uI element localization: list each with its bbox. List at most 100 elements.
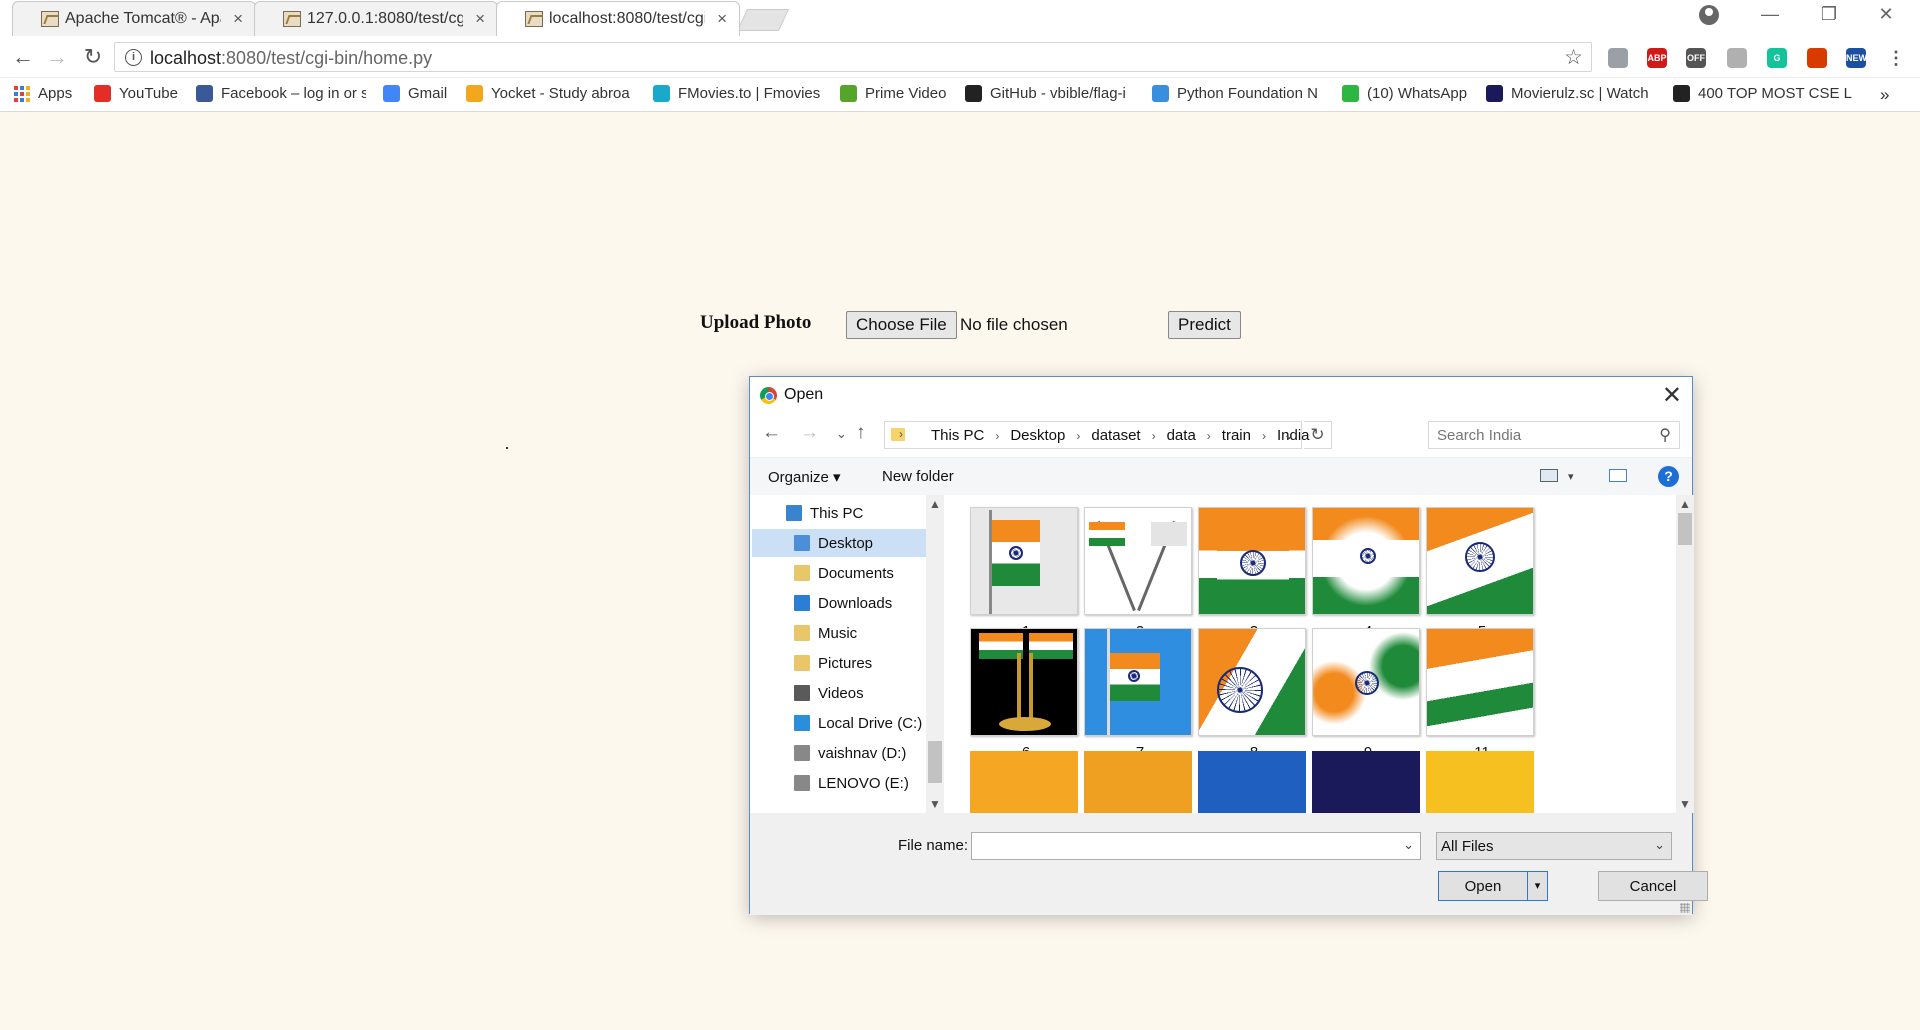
bookmark-item[interactable]: Python Foundation N (1152, 85, 1318, 102)
content-scrollbar[interactable]: ▲ ▼ (1676, 495, 1694, 813)
breadcrumb-segment[interactable]: This PC (931, 427, 984, 445)
content-scroll-thumb[interactable] (1678, 513, 1692, 545)
menu-dots-icon[interactable]: ⋮ (1886, 48, 1906, 68)
bookmark-star-icon[interactable]: ☆ (1564, 45, 1583, 70)
file-item[interactable]: 9 (1312, 628, 1424, 761)
file-name-combobox[interactable]: ⌄ (971, 832, 1421, 860)
search-box[interactable]: ⚲ (1428, 421, 1680, 449)
bookmark-item[interactable]: Facebook – log in or s (196, 85, 366, 102)
organize-menu[interactable]: Organize ▾ (768, 468, 841, 486)
profile-avatar-icon[interactable] (1699, 5, 1719, 25)
bookmark-item[interactable]: FMovies.to | Fmovies (653, 85, 820, 102)
bookmark-item[interactable]: Prime Video (840, 85, 946, 102)
off-toggle-icon[interactable]: OFF (1686, 48, 1706, 68)
refresh-icon[interactable]: ↻ (1304, 421, 1332, 449)
view-dropdown-icon[interactable]: ▾ (1568, 470, 1574, 483)
bookmarks-overflow-icon[interactable]: » (1880, 85, 1889, 105)
recent-locations-chevron-icon[interactable]: ⌄ (836, 426, 847, 442)
nav-item[interactable]: Desktop (752, 529, 926, 557)
window-close-icon[interactable]: ✕ (1866, 4, 1906, 25)
extension-icon[interactable] (1727, 48, 1747, 68)
restore-icon[interactable]: ❐ (1809, 4, 1849, 25)
office-icon[interactable] (1807, 48, 1827, 68)
cancel-button[interactable]: Cancel (1598, 871, 1708, 901)
nav-item[interactable]: Downloads (752, 589, 926, 617)
adblock-plus-icon[interactable]: ABP (1647, 48, 1667, 68)
flag-pole (1017, 653, 1021, 723)
file-item[interactable]: 2 (1084, 507, 1196, 640)
file-item[interactable]: 8 (1198, 628, 1310, 761)
file-type-select[interactable]: All Files ⌄ (1436, 832, 1672, 860)
site-info-icon[interactable]: i (125, 49, 142, 66)
help-icon[interactable]: ? (1658, 466, 1679, 487)
nav-item[interactable]: Documents (752, 559, 926, 587)
nav-item[interactable]: vaishnav (D:) (752, 739, 926, 767)
breadcrumb-segment[interactable]: dataset (1091, 427, 1140, 445)
nav-item[interactable]: Music (752, 619, 926, 647)
bookmark-item[interactable]: YouTube (94, 85, 178, 102)
choose-file-button[interactable]: Choose File (846, 311, 957, 339)
resize-grip-icon[interactable] (1680, 903, 1690, 913)
bookmark-item[interactable]: GitHub - vbible/flag-i (965, 85, 1126, 102)
file-item[interactable]: 3 (1198, 507, 1310, 640)
predict-button[interactable]: Predict (1168, 311, 1241, 339)
forward-icon[interactable]: → (42, 44, 72, 70)
reload-icon[interactable]: ↻ (78, 44, 108, 70)
bookmark-item[interactable]: 400 TOP MOST CSE L (1673, 85, 1852, 102)
nav-item[interactable]: This PC (752, 499, 926, 527)
minimize-icon[interactable]: — (1750, 4, 1790, 25)
breadcrumb-segment[interactable]: Desktop (1010, 427, 1065, 445)
file-item[interactable]: 4 (1312, 507, 1424, 640)
close-tab-icon[interactable]: × (475, 9, 485, 29)
nav-scroll-thumb[interactable] (928, 741, 942, 783)
tab-127-test[interactable]: 127.0.0.1:8080/test/cgi-b × (254, 1, 498, 36)
tab-localhost-home[interactable]: localhost:8080/test/cgi-b × (496, 1, 740, 36)
breadcrumb-dropdown-icon[interactable]: ⌄ (1283, 426, 1295, 443)
file-item[interactable]: 11 (1426, 628, 1538, 761)
nav-item[interactable]: Local Drive (C:) (752, 709, 926, 737)
bookmark-apps[interactable]: Apps (14, 85, 72, 102)
scroll-down-icon[interactable]: ▼ (1676, 797, 1694, 811)
dialog-back-icon[interactable]: ← (762, 422, 781, 444)
scroll-down-icon[interactable]: ▼ (926, 797, 944, 811)
nav-scrollbar[interactable]: ▲ ▼ (926, 495, 944, 813)
new-tab-button[interactable] (736, 9, 790, 31)
file-name-dropdown-icon[interactable]: ⌄ (1403, 837, 1414, 853)
bookmark-item[interactable]: (10) WhatsApp (1342, 85, 1467, 102)
bookmark-item[interactable]: Movierulz.sc | Watch (1486, 85, 1649, 102)
grammarly-icon[interactable]: G (1767, 48, 1787, 68)
breadcrumb-segment[interactable]: data (1167, 427, 1196, 445)
up-folder-icon[interactable]: ↑ (856, 422, 866, 444)
file-item[interactable]: 6 (970, 628, 1082, 761)
search-input[interactable] (1429, 422, 1647, 448)
dialog-close-icon[interactable]: ✕ (1662, 381, 1682, 410)
scroll-up-icon[interactable]: ▲ (926, 497, 944, 511)
nav-item[interactable]: LENOVO (E:) (752, 769, 926, 797)
bookmark-item[interactable]: Gmail (383, 85, 447, 102)
dialog-forward-icon[interactable]: → (800, 422, 819, 444)
url-text[interactable]: localhost:8080/test/cgi-bin/home.py (150, 48, 432, 69)
file-item[interactable]: 5 (1426, 507, 1538, 640)
new-badge-icon[interactable]: NEW (1846, 48, 1867, 68)
nav-item[interactable]: Pictures (752, 649, 926, 677)
open-button[interactable]: Open ▾ (1438, 871, 1548, 901)
tab-apache-tomcat[interactable]: Apache Tomcat® - Apac × (12, 1, 256, 36)
preview-pane-icon[interactable] (1609, 469, 1627, 482)
open-split-dropdown-icon[interactable]: ▾ (1527, 872, 1547, 900)
scroll-up-icon[interactable]: ▲ (1676, 497, 1694, 511)
breadcrumb-segment[interactable]: train (1222, 427, 1251, 445)
close-tab-icon[interactable]: × (717, 9, 727, 29)
dialog-titlebar[interactable]: Open ✕ (750, 377, 1692, 413)
nav-item[interactable]: Videos (752, 679, 926, 707)
address-bar[interactable]: i localhost:8080/test/cgi-bin/home.py ☆ (114, 42, 1592, 72)
back-icon[interactable]: ← (8, 44, 38, 70)
file-name-input[interactable] (972, 833, 1392, 859)
change-view-icon[interactable] (1540, 469, 1558, 482)
file-item[interactable]: 7 (1084, 628, 1196, 761)
new-folder-button[interactable]: New folder (882, 468, 954, 485)
breadcrumb[interactable]: › This PC › Desktop › dataset › data › train › Ind… (884, 421, 1310, 449)
file-item[interactable]: 1 (970, 507, 1082, 640)
docs-extension-icon[interactable] (1608, 48, 1628, 68)
close-tab-icon[interactable]: × (233, 9, 243, 29)
bookmark-item[interactable]: Yocket - Study abroa (466, 85, 630, 102)
